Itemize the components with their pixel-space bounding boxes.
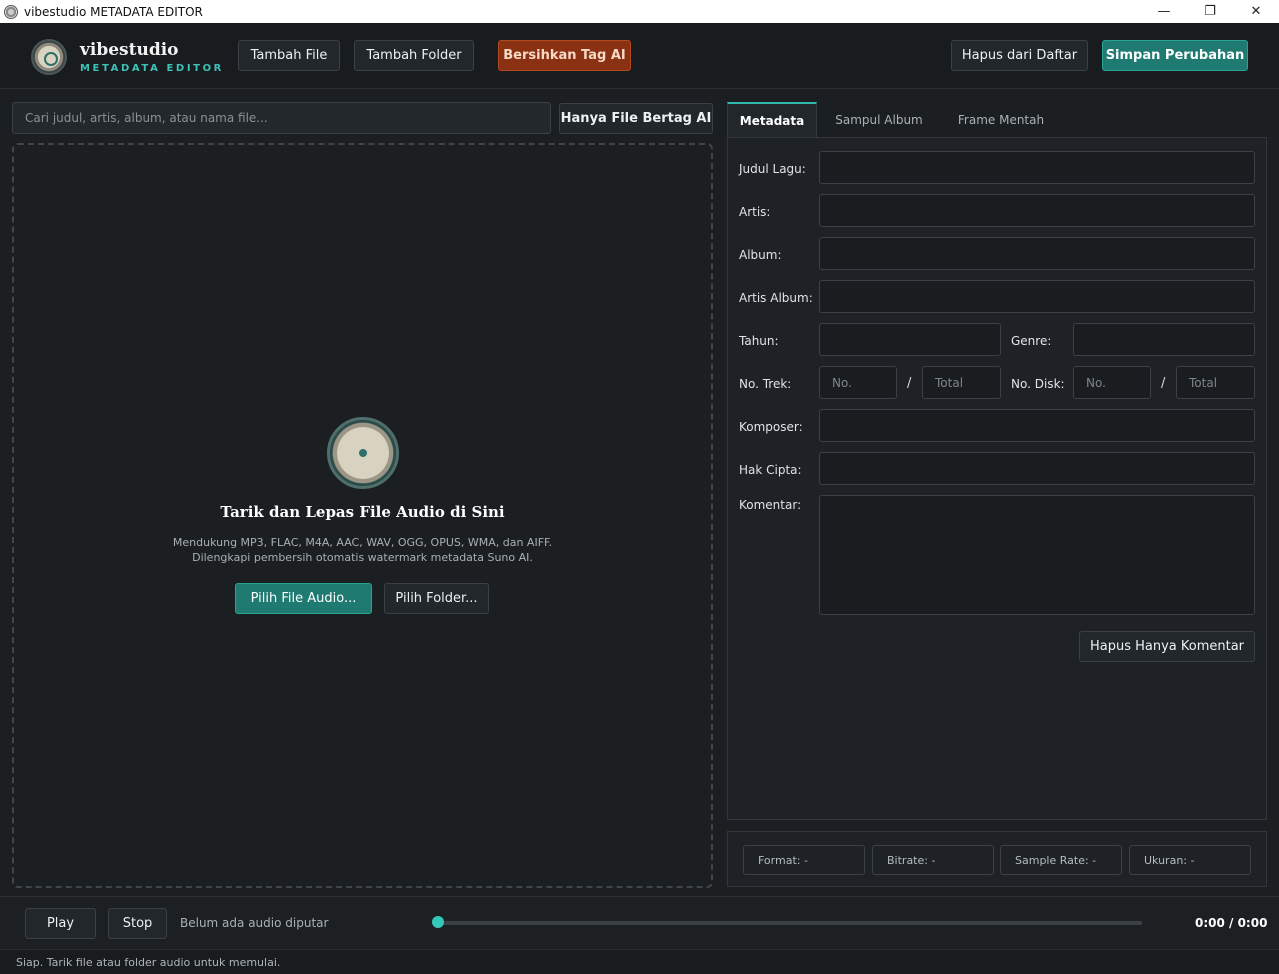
size-info: Ukuran: - <box>1129 845 1251 875</box>
sample-rate-info: Sample Rate: - <box>1000 845 1122 875</box>
disk-total-input[interactable]: Total <box>1176 366 1255 399</box>
disk-number-label: No. Disk: <box>1011 377 1065 391</box>
track-number-label: No. Trek: <box>739 377 792 391</box>
copyright-input[interactable] <box>819 452 1255 485</box>
copyright-label: Hak Cipta: <box>739 463 802 477</box>
drop-zone[interactable]: Tarik dan Lepas File Audio di Sini Mendu… <box>12 143 713 888</box>
brand-subtitle: METADATA EDITOR <box>80 63 224 74</box>
genre-label: Genre: <box>1011 334 1052 348</box>
comment-textarea[interactable] <box>819 495 1255 615</box>
title-label: Judul Lagu: <box>739 162 806 176</box>
tab-bar: Metadata Sampul Album Frame Mentah <box>727 102 1267 137</box>
format-info: Format: - <box>743 845 865 875</box>
ai-tagged-filter-button[interactable]: Hanya File Bertag AI <box>559 103 713 134</box>
maximize-icon[interactable]: ❐ <box>1187 0 1233 23</box>
drop-description-line2: Dilengkapi pembersih otomatis watermark … <box>192 551 533 564</box>
disk-separator: / <box>1161 376 1166 391</box>
composer-input[interactable] <box>819 409 1255 442</box>
artist-label: Artis: <box>739 205 771 219</box>
disk-number-input[interactable]: No. <box>1073 366 1151 399</box>
remove-from-list-button[interactable]: Hapus dari Daftar <box>951 40 1088 71</box>
close-icon[interactable]: ✕ <box>1233 0 1279 23</box>
player-bar: Play Stop Belum ada audio diputar 0:00 /… <box>0 896 1279 948</box>
search-input[interactable]: Cari judul, artis, album, atau nama file… <box>12 102 551 134</box>
tab-raw-frames[interactable]: Frame Mentah <box>941 102 1061 137</box>
album-label: Album: <box>739 248 782 262</box>
tab-metadata[interactable]: Metadata <box>727 102 817 137</box>
now-playing-text: Belum ada audio diputar <box>180 916 329 930</box>
choose-audio-file-button[interactable]: Pilih File Audio... <box>235 583 372 614</box>
header: vibestudio METADATA EDITOR Tambah File T… <box>0 23 1279 89</box>
file-info-bar: Format: - Bitrate: - Sample Rate: - Ukur… <box>727 831 1267 887</box>
year-input[interactable] <box>819 323 1001 356</box>
drop-logo-icon <box>327 417 399 489</box>
composer-label: Komposer: <box>739 420 803 434</box>
clear-comment-button[interactable]: Hapus Hanya Komentar <box>1079 631 1255 662</box>
track-number-input[interactable]: No. <box>819 366 897 399</box>
save-changes-button[interactable]: Simpan Perubahan <box>1102 40 1248 71</box>
album-artist-input[interactable] <box>819 280 1255 313</box>
metadata-panel: Metadata Sampul Album Frame Mentah Judul… <box>727 102 1267 820</box>
album-input[interactable] <box>819 237 1255 270</box>
album-artist-label: Artis Album: <box>739 291 813 305</box>
drop-description-line1: Mendukung MP3, FLAC, M4A, AAC, WAV, OGG,… <box>172 536 553 549</box>
drop-description: Mendukung MP3, FLAC, M4A, AAC, WAV, OGG,… <box>14 535 711 565</box>
seek-handle[interactable] <box>432 916 444 928</box>
title-input[interactable] <box>819 151 1255 184</box>
add-file-button[interactable]: Tambah File <box>238 40 340 71</box>
genre-input[interactable] <box>1073 323 1255 356</box>
window-title: vibestudio METADATA EDITOR <box>24 4 203 19</box>
drop-title: Tarik dan Lepas File Audio di Sini <box>220 503 505 521</box>
stop-button[interactable]: Stop <box>108 908 167 939</box>
app-icon <box>4 4 18 19</box>
bitrate-info: Bitrate: - <box>872 845 994 875</box>
track-separator: / <box>907 376 912 391</box>
logo-icon <box>31 39 67 75</box>
choose-folder-button[interactable]: Pilih Folder... <box>384 583 489 614</box>
clean-ai-tags-button[interactable]: Bersihkan Tag AI <box>498 40 631 71</box>
time-display: 0:00 / 0:00 <box>1195 916 1268 930</box>
comment-label: Komentar: <box>739 498 802 512</box>
play-button[interactable]: Play <box>25 908 96 939</box>
artist-input[interactable] <box>819 194 1255 227</box>
metadata-form: Judul Lagu: Artis: Album: Artis Album: T… <box>727 137 1267 820</box>
seek-slider[interactable] <box>437 921 1142 925</box>
brand-name: vibestudio <box>80 40 179 60</box>
add-folder-button[interactable]: Tambah Folder <box>354 40 474 71</box>
minimize-icon[interactable]: — <box>1141 0 1187 23</box>
tab-album-cover[interactable]: Sampul Album <box>823 102 935 137</box>
title-bar: vibestudio METADATA EDITOR — ❐ ✕ <box>0 0 1279 23</box>
status-bar: Siap. Tarik file atau folder audio untuk… <box>0 949 1279 974</box>
year-label: Tahun: <box>739 334 779 348</box>
track-total-input[interactable]: Total <box>922 366 1001 399</box>
